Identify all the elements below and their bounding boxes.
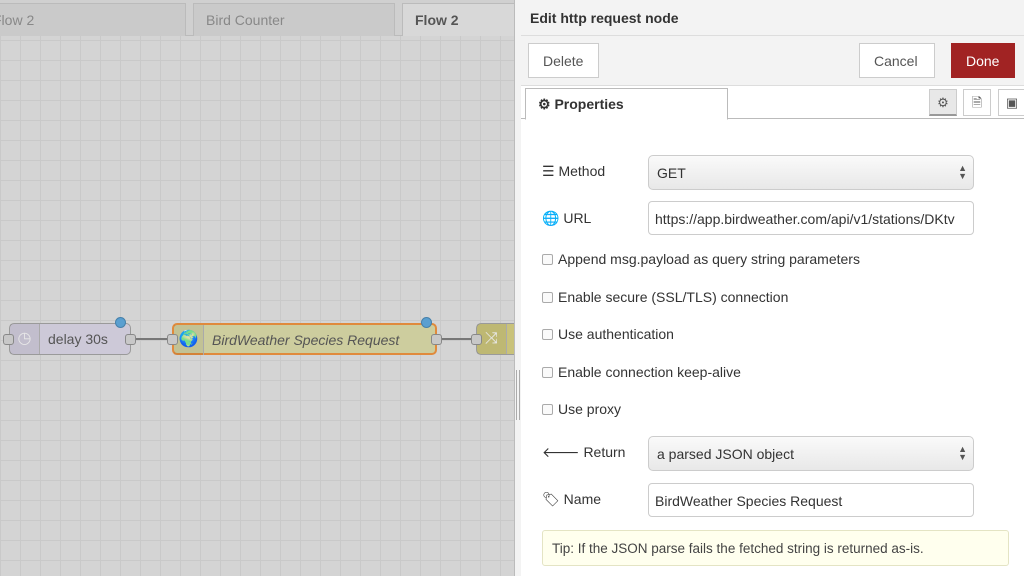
tray-resize-handle[interactable] <box>514 0 521 576</box>
globe-icon: 🌐 <box>542 210 560 226</box>
method-select[interactable]: GET ▲ ▼ <box>648 155 974 190</box>
tag-icon: 🏷 <box>542 491 560 507</box>
done-button[interactable]: Done <box>951 43 1015 78</box>
checkbox-label: Enable connection keep-alive <box>558 364 741 380</box>
tab-label: Flow 2 <box>415 12 459 28</box>
workspace-tabs: Flow 2 Bird Counter Flow 2 <box>0 0 514 36</box>
return-label: Return <box>583 444 626 460</box>
tab-label: Flow 2 <box>0 12 35 28</box>
name-label: Name <box>563 491 602 507</box>
checkbox-label: Enable secure (SSL/TLS) connection <box>558 289 789 305</box>
gear-icon: ⚙ <box>538 96 551 112</box>
auth-checkbox[interactable]: Use authentication <box>542 326 674 342</box>
proxy-checkbox[interactable]: Use proxy <box>542 401 621 417</box>
name-input[interactable]: BirdWeather Species Request <box>648 483 974 517</box>
tab-label: Properties <box>554 96 624 112</box>
changed-indicator <box>115 317 126 328</box>
tray-title: Edit http request node <box>521 0 1024 36</box>
url-input[interactable]: https://app.birdweather.com/api/v1/stati… <box>648 201 974 235</box>
node-label: delay 30s <box>48 331 108 347</box>
flow-canvas[interactable]: Flow 2 Bird Counter Flow 2 ◷ delay 30s 🌍… <box>0 0 514 576</box>
document-icon: 🗎 <box>971 95 983 110</box>
tab-flow-2-active[interactable]: Flow 2 <box>402 3 514 36</box>
tab-flow-2[interactable]: Flow 2 <box>0 3 186 36</box>
arrow-left-icon: 🡐 <box>542 444 580 460</box>
list-icon: ☰ <box>542 163 555 179</box>
node-description-button[interactable]: 🗎 <box>963 89 991 116</box>
url-label: URL <box>563 210 592 226</box>
globe-icon: 🌍 <box>174 325 204 355</box>
keepalive-checkbox[interactable]: Enable connection keep-alive <box>542 364 741 380</box>
select-arrows-icon: ▲ ▼ <box>958 163 967 181</box>
delay-node[interactable]: ◷ delay 30s <box>9 323 131 355</box>
checkbox[interactable] <box>542 329 553 340</box>
tray-toolbar: Delete Cancel Done <box>521 36 1024 86</box>
output-port[interactable] <box>125 334 136 345</box>
changed-indicator <box>421 317 432 328</box>
checkbox-label: Append msg.payload as query string param… <box>558 251 860 267</box>
return-select[interactable]: a parsed JSON object ▲ ▼ <box>648 436 974 471</box>
input-port[interactable] <box>471 334 482 345</box>
frame-icon: ▣ <box>1005 95 1019 110</box>
checkbox[interactable] <box>542 292 553 303</box>
input-port[interactable] <box>3 334 14 345</box>
output-port[interactable] <box>431 334 442 345</box>
properties-tabs: ⚙ Properties ⚙ 🗎 ▣ <box>521 86 1024 120</box>
return-value: a parsed JSON object <box>657 446 794 462</box>
edit-tray: Edit http request node Delete Cancel Don… <box>521 0 1024 576</box>
node-appearance-button[interactable]: ▣ <box>998 89 1024 116</box>
checkbox-label: Use authentication <box>558 326 674 342</box>
tab-properties[interactable]: ⚙ Properties <box>525 88 728 120</box>
cancel-button[interactable]: Cancel <box>859 43 935 78</box>
append-payload-checkbox[interactable]: Append msg.payload as query string param… <box>542 251 860 267</box>
tip-box: Tip: If the JSON parse fails the fetched… <box>542 530 1009 566</box>
checkbox[interactable] <box>542 367 553 378</box>
timer-icon: ◷ <box>10 324 40 354</box>
tab-bird-counter[interactable]: Bird Counter <box>193 3 395 36</box>
select-arrows-icon: ▲ ▼ <box>958 444 967 462</box>
checkbox-label: Use proxy <box>558 401 622 417</box>
tls-checkbox[interactable]: Enable secure (SSL/TLS) connection <box>542 289 788 305</box>
gear-icon: ⚙ <box>937 95 949 110</box>
grip-icon <box>516 370 520 420</box>
tab-label: Bird Counter <box>206 12 285 28</box>
http-request-node[interactable]: 🌍 BirdWeather Species Request <box>172 323 437 355</box>
input-port[interactable] <box>167 334 178 345</box>
checkbox[interactable] <box>542 404 553 415</box>
method-label: Method <box>558 163 606 179</box>
node-properties-button[interactable]: ⚙ <box>929 89 957 116</box>
method-value: GET <box>657 165 686 181</box>
delete-button[interactable]: Delete <box>528 43 599 78</box>
checkbox[interactable] <box>542 254 553 265</box>
node-label: BirdWeather Species Request <box>212 332 400 348</box>
